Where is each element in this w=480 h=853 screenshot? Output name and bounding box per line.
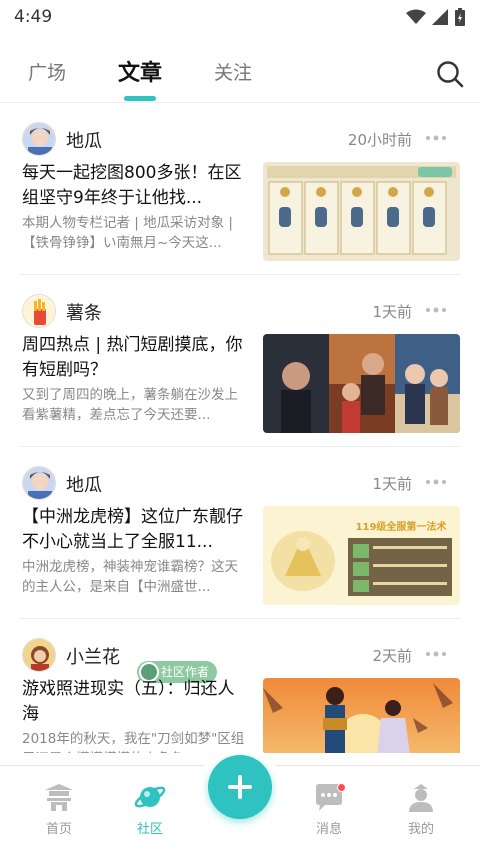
- tab-indicator: [124, 96, 156, 101]
- battery-icon: [455, 8, 465, 26]
- nav-label: 消息: [315, 822, 342, 837]
- article-card[interactable]: 地瓜 20小时前 每天一起挖图800多张！在区组坚守9年终于让他找... 本期人…: [0, 103, 480, 275]
- avatar[interactable]: [22, 638, 56, 672]
- avatar[interactable]: [22, 466, 56, 500]
- more-options-icon[interactable]: [422, 473, 450, 491]
- article-thumbnail[interactable]: [263, 334, 460, 433]
- article-thumbnail[interactable]: 119级全服第一法术: [263, 506, 460, 605]
- author-name[interactable]: 薯条: [66, 299, 102, 325]
- unread-dot: [337, 783, 346, 792]
- nav-community[interactable]: 社区: [120, 780, 180, 837]
- create-post-button[interactable]: [208, 755, 272, 819]
- nav-messages[interactable]: 消息: [299, 780, 359, 837]
- article-feed: 地瓜 20小时前 每天一起挖图800多张！在区组坚守9年终于让他找... 本期人…: [0, 103, 480, 753]
- article-title[interactable]: 【中洲龙虎榜】这位广东靓仔不小心就当上了全服11...: [22, 505, 248, 555]
- status-bar: 4:49: [0, 0, 480, 34]
- profile-icon: [409, 784, 433, 812]
- post-time: 1天前: [372, 475, 412, 493]
- top-tabs: 广场 文章 关注: [0, 34, 480, 104]
- article-title[interactable]: 周四热点 | 热门短剧摸底，你有短剧吗？: [22, 333, 248, 383]
- article-excerpt: 2018年的秋天，我在"刀剑如梦"区组里还是个懵懵懂懂的小角色...: [22, 731, 245, 753]
- avatar[interactable]: [22, 122, 56, 156]
- nav-label: 我的: [407, 822, 434, 837]
- more-options-icon[interactable]: [422, 301, 450, 319]
- search-icon[interactable]: [436, 60, 464, 88]
- signal-icon: [432, 9, 448, 25]
- article-excerpt: 中洲龙虎榜，神装神宠谁霸榜？这天的主人公，是来自【中洲盛世...: [22, 559, 238, 595]
- tab-plaza[interactable]: 广场: [28, 58, 66, 85]
- article-excerpt: 本期人物专栏记者 | 地瓜采访对象 |【铁骨铮铮】い南無月~今天这...: [22, 215, 233, 251]
- author-name[interactable]: 地瓜: [66, 471, 102, 497]
- post-time: 20小时前: [347, 131, 412, 149]
- tab-articles[interactable]: 文章: [118, 55, 162, 87]
- article-title[interactable]: 游戏照进现实（五）：归还人海: [22, 677, 248, 727]
- article-thumbnail[interactable]: [263, 678, 460, 753]
- wifi-icon: [406, 9, 426, 24]
- status-time: 4:49: [14, 7, 53, 27]
- article-thumbnail[interactable]: [263, 162, 460, 261]
- community-planet-icon: [134, 786, 166, 808]
- nav-profile[interactable]: 我的: [391, 780, 451, 837]
- more-options-icon[interactable]: [422, 645, 450, 663]
- article-card[interactable]: 小兰花 社区作者 2天前 游戏照进现实（五）：归还人海 2018年的秋天，我在"…: [0, 619, 480, 753]
- nav-label: 首页: [45, 822, 72, 837]
- author-name[interactable]: 地瓜: [66, 127, 102, 153]
- article-card[interactable]: 薯条 1天前 周四热点 | 热门短剧摸底，你有短剧吗？ 又到了周四的晚上，薯条躺…: [0, 275, 480, 447]
- article-card[interactable]: 地瓜 1天前 【中洲龙虎榜】这位广东靓仔不小心就当上了全服11... 中洲龙虎榜…: [0, 447, 480, 619]
- nav-home[interactable]: 首页: [29, 780, 89, 837]
- status-icons: [406, 8, 466, 26]
- post-time: 2天前: [372, 647, 412, 665]
- post-time: 1天前: [372, 303, 412, 321]
- thumbnail-caption: 119级全服第一法术: [356, 520, 447, 533]
- nav-label: 社区: [136, 822, 163, 837]
- plus-icon: [228, 775, 252, 799]
- home-pagoda-icon: [45, 784, 73, 811]
- tab-following[interactable]: 关注: [214, 58, 252, 85]
- author-name[interactable]: 小兰花: [66, 643, 120, 669]
- article-title[interactable]: 每天一起挖图800多张！在区组坚守9年终于让他找...: [22, 161, 248, 211]
- article-excerpt: 又到了周四的晚上，薯条躺在沙发上看紫薯精，差点忘了今天还要...: [22, 387, 238, 423]
- avatar[interactable]: [22, 294, 56, 328]
- more-options-icon[interactable]: [422, 129, 450, 147]
